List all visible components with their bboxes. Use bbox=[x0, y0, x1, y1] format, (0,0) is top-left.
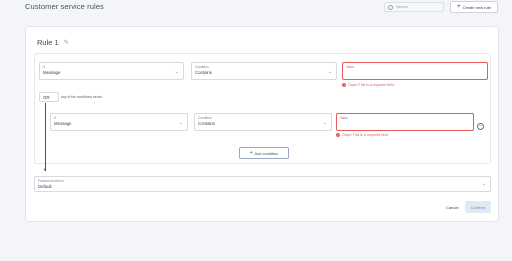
tree-connector bbox=[45, 103, 46, 171]
rule-title-row: Rule 1 ✎ bbox=[37, 38, 69, 47]
condition-select[interactable]: Condition Contains ⌄ bbox=[191, 62, 337, 80]
nested-value-label: Value bbox=[340, 116, 348, 120]
chevron-down-icon: ⌄ bbox=[174, 69, 179, 75]
group-description: any of the conditions below bbox=[61, 95, 102, 99]
search-input[interactable]: Search bbox=[384, 2, 444, 12]
chevron-down-icon: ⌄ bbox=[481, 181, 486, 187]
if-value: Message bbox=[43, 70, 61, 75]
header: Customer service rules Search + Create n… bbox=[0, 0, 512, 15]
search-placeholder: Search bbox=[396, 5, 409, 9]
add-condition-button[interactable]: + Add condition bbox=[239, 147, 289, 159]
if-label: If bbox=[43, 65, 45, 69]
add-condition-label: Add condition bbox=[254, 150, 279, 156]
chevron-down-icon: ⌄ bbox=[327, 69, 332, 75]
value-label: Value bbox=[346, 65, 354, 69]
error-icon: ! bbox=[336, 133, 340, 137]
nested-if-value: Message bbox=[54, 121, 72, 126]
create-new-rule-button[interactable]: + Create new rule bbox=[450, 1, 498, 13]
error-icon: ! bbox=[342, 83, 346, 87]
condition-value: Contains bbox=[195, 70, 212, 75]
forward-service-select[interactable]: Forward service to Default ⌄ bbox=[34, 176, 491, 192]
forward-value: Default bbox=[38, 184, 52, 189]
nested-if-select[interactable]: If Message ⌄ bbox=[50, 113, 188, 131]
plus-icon: + bbox=[457, 4, 461, 10]
condition-label: Condition bbox=[195, 65, 209, 69]
nested-value-error: ! Oops! This is a required field. bbox=[336, 133, 389, 137]
nested-if-label: If bbox=[54, 116, 56, 120]
forward-label: Forward service to bbox=[38, 179, 65, 183]
nested-condition-select[interactable]: Condition Contains ⌄ bbox=[194, 113, 332, 131]
create-new-rule-label: Create new rule bbox=[462, 4, 491, 10]
nested-value-error-text: Oops! This is a required field. bbox=[342, 133, 389, 137]
plus-icon: + bbox=[249, 150, 253, 156]
rule-card: Rule 1 ✎ If Message ⌄ Condition Contains… bbox=[25, 26, 499, 222]
value-error: ! Oops! This is a required field. bbox=[342, 83, 395, 87]
chevron-down-icon: ⌄ bbox=[322, 120, 327, 126]
search-icon bbox=[388, 4, 393, 10]
if-select[interactable]: If Message ⌄ bbox=[39, 62, 184, 80]
nested-value-input[interactable]: Value bbox=[336, 113, 474, 131]
nested-condition-label: Condition bbox=[198, 116, 212, 120]
confirm-button[interactable]: Confirm bbox=[465, 201, 491, 213]
value-input[interactable]: Value bbox=[342, 62, 488, 80]
edit-pencil-icon[interactable]: ✎ bbox=[64, 39, 69, 46]
chevron-down-icon: ⌄ bbox=[178, 120, 183, 126]
group-operator-select[interactable]: OR bbox=[39, 92, 59, 102]
rule-title: Rule 1 bbox=[37, 38, 59, 47]
arrow-down-icon: ▼ bbox=[43, 167, 47, 172]
cancel-button[interactable]: Cancel bbox=[446, 205, 458, 210]
page-title: Customer service rules bbox=[25, 2, 104, 11]
nested-condition-value: Contains bbox=[198, 121, 215, 126]
remove-condition-button[interactable]: − bbox=[477, 123, 484, 130]
value-error-text: Oops! This is a required field. bbox=[348, 83, 395, 87]
